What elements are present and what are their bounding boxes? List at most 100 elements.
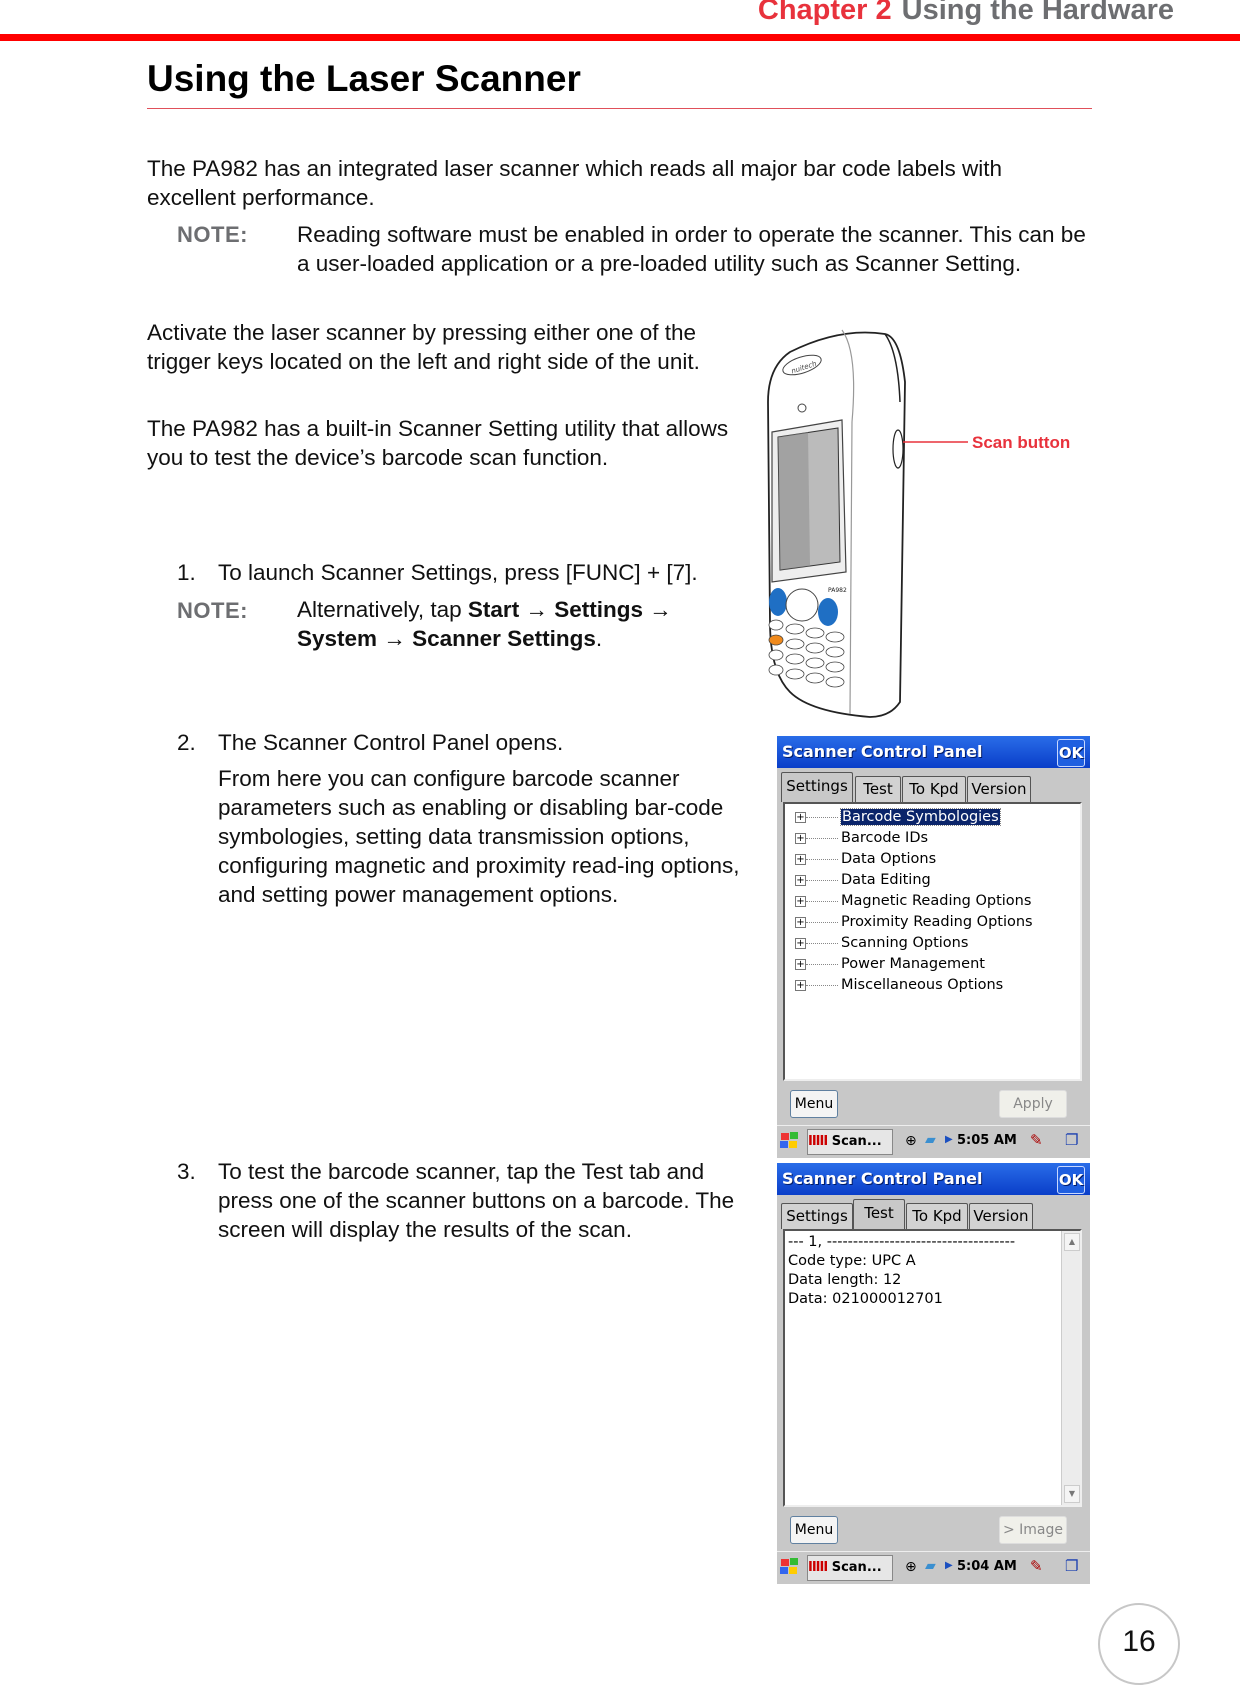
image-button[interactable]: > Image bbox=[999, 1516, 1067, 1544]
apply-button[interactable]: Apply bbox=[999, 1090, 1067, 1118]
chapter-title: Using the Hardware bbox=[901, 0, 1174, 26]
expand-icon[interactable]: + bbox=[795, 812, 806, 823]
clock: 5:05 AM bbox=[957, 1133, 1017, 1148]
step-1-note-label: NOTE: bbox=[177, 598, 248, 623]
intro-paragraph: The PA982 has an integrated laser scanne… bbox=[147, 156, 1003, 210]
scroll-down-icon[interactable]: ▼ bbox=[1064, 1485, 1080, 1503]
tab-test[interactable]: Test bbox=[853, 1199, 905, 1229]
tree-item-label: Barcode Symbologies bbox=[840, 808, 1001, 826]
tab-version[interactable]: Version bbox=[967, 776, 1031, 802]
menu-button[interactable]: Menu bbox=[790, 1090, 838, 1118]
start-icon[interactable] bbox=[779, 1557, 801, 1577]
clock: 5:04 AM bbox=[957, 1559, 1017, 1574]
expand-icon[interactable]: + bbox=[795, 917, 806, 928]
chapter-number: Chapter 2 bbox=[757, 0, 892, 26]
expand-icon[interactable]: + bbox=[795, 896, 806, 907]
output-line: --- 1, ---------------------------------… bbox=[788, 1234, 1016, 1250]
desktop-icon[interactable]: ❐ bbox=[1065, 1131, 1078, 1149]
tab-settings[interactable]: Settings bbox=[781, 772, 853, 802]
ok-button[interactable]: OK bbox=[1057, 1166, 1085, 1194]
connection-icon[interactable]: ▰ bbox=[925, 1132, 936, 1148]
tab-test[interactable]: Test bbox=[855, 776, 901, 802]
tree-item[interactable]: + Miscellaneous Options bbox=[785, 975, 1080, 996]
device-figure: nuitech PA982 Scan button bbox=[750, 322, 1090, 722]
step-3-text: To test the barcode scanner, tap the Tes… bbox=[218, 1159, 735, 1242]
step-1-number: 1. bbox=[177, 560, 196, 585]
taskbar: IIIII Scan... ⊕ ▰ ▶ 5:04 AM ✎ ❐ bbox=[777, 1551, 1090, 1584]
utility-paragraph: The PA982 has a built-in Scanner Setting… bbox=[147, 416, 729, 470]
expand-tray-icon[interactable]: ▶ bbox=[945, 1560, 953, 1571]
button-row: Menu Apply bbox=[777, 1081, 1090, 1125]
enter-key bbox=[818, 598, 838, 626]
settings-tree: + Barcode Symbologies + Barcode IDs + Data … bbox=[783, 802, 1082, 1081]
scan-output[interactable]: --- 1, ---------------------------------… bbox=[783, 1229, 1082, 1507]
tree-item-label: Scanning Options bbox=[841, 935, 969, 951]
expand-icon[interactable]: + bbox=[795, 980, 806, 991]
expand-icon[interactable]: + bbox=[795, 959, 806, 970]
desktop-icon[interactable]: ❐ bbox=[1065, 1557, 1078, 1575]
ok-button[interactable]: OK bbox=[1057, 739, 1085, 767]
tree-item-label: Proximity Reading Options bbox=[841, 914, 1033, 930]
scroll-up-icon[interactable]: ▲ bbox=[1064, 1233, 1080, 1251]
taskbar: IIIII Scan... ⊕ ▰ ▶ 5:05 AM ✎ ❐ bbox=[777, 1125, 1090, 1158]
section-rule bbox=[147, 108, 1092, 109]
window-title: Scanner Control Panel bbox=[782, 742, 983, 761]
output-line: Data: 021000012701 bbox=[788, 1291, 943, 1307]
tree-item-label: Magnetic Reading Options bbox=[841, 893, 1032, 909]
menu-button[interactable]: Menu bbox=[790, 1516, 838, 1544]
tree-item-label: Miscellaneous Options bbox=[841, 977, 1004, 993]
tree-item[interactable]: + Data Options bbox=[785, 849, 1080, 870]
expand-icon[interactable]: + bbox=[795, 854, 806, 865]
expand-tray-icon[interactable]: ▶ bbox=[945, 1134, 953, 1145]
section-title: Using the Laser Scanner bbox=[147, 58, 581, 99]
tree-item[interactable]: + Barcode Symbologies bbox=[785, 807, 1080, 828]
taskbar-scan-button[interactable]: IIIII Scan... bbox=[807, 1555, 893, 1581]
step-2-detail: From here you can configure barcode scan… bbox=[218, 766, 740, 907]
nav-pad bbox=[785, 588, 819, 622]
expand-icon[interactable]: + bbox=[795, 833, 806, 844]
handheld-device-illustration: nuitech PA982 Scan button bbox=[767, 329, 1070, 718]
tab-version[interactable]: Version bbox=[969, 1203, 1033, 1229]
note-suffix: . bbox=[595, 626, 603, 651]
tab-bar: Settings Test To Kpd Version bbox=[777, 1195, 1090, 1229]
expand-icon[interactable]: + bbox=[795, 938, 806, 949]
expand-icon[interactable]: + bbox=[795, 875, 806, 886]
tree-item[interactable]: + Magnetic Reading Options bbox=[785, 891, 1080, 912]
tree-item[interactable]: + Power Management bbox=[785, 954, 1080, 975]
tab-settings[interactable]: Settings bbox=[781, 1203, 853, 1229]
scan-button-callout: Scan button bbox=[972, 433, 1070, 452]
title-bar: Scanner Control Panel OK bbox=[777, 736, 1090, 768]
step-2-text: The Scanner Control Panel opens. bbox=[218, 730, 564, 755]
path-settings: Settings bbox=[554, 597, 643, 622]
step-1-note: Alternatively, tap Start → Settings → Sys… bbox=[297, 595, 737, 653]
connection-icon[interactable]: ▰ bbox=[925, 1558, 936, 1574]
start-icon[interactable] bbox=[779, 1131, 801, 1151]
tree-item[interactable]: + Scanning Options bbox=[785, 933, 1080, 954]
tree-item[interactable]: + Data Editing bbox=[785, 870, 1080, 891]
network-icon[interactable]: ⊕ bbox=[905, 1133, 917, 1149]
taskbar-scan-button[interactable]: IIIII Scan... bbox=[807, 1129, 893, 1155]
tree-item[interactable]: + Proximity Reading Options bbox=[785, 912, 1080, 933]
network-icon[interactable]: ⊕ bbox=[905, 1559, 917, 1575]
input-panel-icon[interactable]: ✎ bbox=[1030, 1131, 1043, 1149]
tree-item-label: Power Management bbox=[841, 956, 985, 972]
tree-item-label: Barcode IDs bbox=[841, 830, 929, 846]
task-label: Scan... bbox=[831, 1560, 882, 1575]
tree-item-label: Data Options bbox=[841, 851, 937, 867]
button-row: Menu > Image bbox=[777, 1507, 1090, 1551]
vertical-scrollbar[interactable]: ▲ ▼ bbox=[1061, 1231, 1080, 1505]
window-title: Scanner Control Panel bbox=[782, 1169, 983, 1188]
activate-paragraph: Activate the laser scanner by pressing e… bbox=[147, 320, 700, 374]
arrow-icon: → bbox=[383, 626, 406, 651]
arrow-icon: → bbox=[525, 597, 548, 622]
tab-to-kpd[interactable]: To Kpd bbox=[906, 1203, 968, 1229]
path-scanner-settings: Scanner Settings bbox=[412, 626, 596, 651]
input-panel-icon[interactable]: ✎ bbox=[1030, 1557, 1043, 1575]
note-prefix: Alternatively, tap bbox=[297, 597, 468, 622]
barcode-icon: IIIII bbox=[808, 1560, 828, 1575]
step-3-number: 3. bbox=[177, 1159, 196, 1184]
path-system: System bbox=[297, 626, 378, 651]
tab-to-kpd[interactable]: To Kpd bbox=[902, 776, 966, 802]
tree-item[interactable]: + Barcode IDs bbox=[785, 828, 1080, 849]
output-line: Data length: 12 bbox=[788, 1272, 902, 1288]
